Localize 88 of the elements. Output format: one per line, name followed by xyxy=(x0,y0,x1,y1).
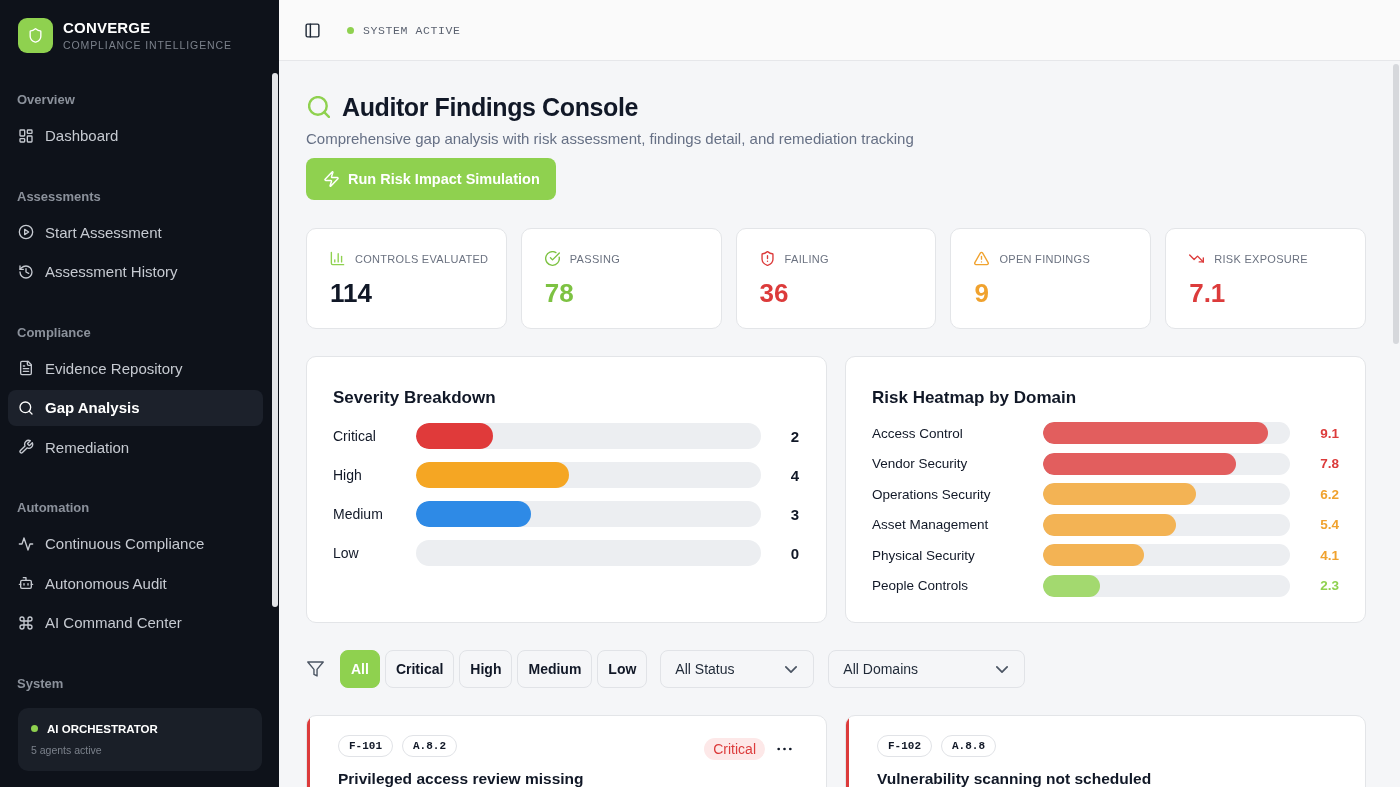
nav-section-title: Overview xyxy=(16,91,76,109)
pulse-icon xyxy=(18,535,34,552)
stat-label: PASSING xyxy=(569,252,620,265)
status-title: AI ORCHESTRATOR xyxy=(47,721,158,736)
nav-item[interactable]: Dashboard xyxy=(8,118,263,154)
shield-alert-icon xyxy=(759,251,775,266)
filter-icon xyxy=(307,661,324,677)
stat-label: RISK EXPOSURE xyxy=(1214,252,1308,265)
severity-label: Medium xyxy=(333,506,384,522)
bar-chart-icon xyxy=(330,251,345,266)
wrench-icon xyxy=(18,439,34,456)
domain-label: Access Control xyxy=(872,425,964,441)
domain-label: Operations Security xyxy=(872,486,992,502)
document-icon xyxy=(18,360,34,377)
brand-name: CONVERGE xyxy=(63,19,152,36)
search-icon xyxy=(308,96,330,118)
nav-item[interactable]: Assessment History xyxy=(8,254,263,290)
stat-value: 36 xyxy=(759,278,790,308)
severity-count: 0 xyxy=(789,544,800,562)
severity-filter-chip[interactable]: Medium xyxy=(517,650,593,688)
domain-label: People Controls xyxy=(872,578,970,594)
risk-score: 5.4 xyxy=(1319,517,1339,533)
nav-section-title: Automation xyxy=(16,499,91,517)
nav-item[interactable]: Remediation xyxy=(8,429,263,465)
sidebar-toggle-icon[interactable] xyxy=(304,21,321,39)
check-circle-icon xyxy=(544,251,560,266)
nav-item[interactable]: AI Command Center xyxy=(8,605,263,641)
stat-label: FAILING xyxy=(784,252,829,265)
finding-title: Privileged access review missing xyxy=(338,769,585,787)
stat-label: CONTROLS EVALUATED xyxy=(355,252,489,265)
status-detail: 5 agents active xyxy=(31,743,103,757)
search-icon xyxy=(18,399,34,416)
page-subtitle: Comprehensive gap analysis with risk assessment, findings detail, and remediation tracking xyxy=(306,129,915,149)
nav-item[interactable]: Start Assessment xyxy=(8,214,263,250)
nav-section-title: Assessments xyxy=(16,187,102,206)
finding-title: Vulnerability scanning not scheduled xyxy=(877,769,1153,787)
nav-item[interactable]: Gap Analysis xyxy=(8,390,263,426)
risk-score: 7.8 xyxy=(1319,456,1339,472)
stat-value: 7.1 xyxy=(1189,278,1227,308)
severity-label: Critical xyxy=(333,428,377,444)
grid-icon xyxy=(18,127,34,144)
risk-score: 9.1 xyxy=(1319,425,1339,441)
more-options-icon[interactable] xyxy=(777,747,792,751)
stat-value: 114 xyxy=(330,278,373,308)
severity-badge: Critical xyxy=(704,738,765,760)
stat-label: OPEN FINDINGS xyxy=(999,252,1091,265)
warning-icon xyxy=(974,251,990,266)
brand-tagline: COMPLIANCE INTELLIGENCE xyxy=(63,39,232,52)
panel-title: Risk Heatmap by Domain xyxy=(872,387,1078,409)
finding-card[interactable]: F-101 A.8.2 Critical Privileged access review missing xyxy=(306,715,827,787)
page-title: Auditor Findings Console xyxy=(342,92,638,123)
system-status: SYSTEM ACTIVE xyxy=(363,23,461,37)
severity-count: 4 xyxy=(789,466,800,484)
nav-section-title: Compliance xyxy=(16,323,92,342)
lightning-icon xyxy=(324,171,339,187)
domain-label: Vendor Security xyxy=(872,456,969,472)
shield-logo-icon xyxy=(18,18,53,53)
chevron-down-icon xyxy=(996,665,1009,673)
panel-title: Severity Breakdown xyxy=(333,387,497,409)
command-icon xyxy=(18,614,34,631)
scrollbar-thumb[interactable] xyxy=(272,73,278,607)
nav-item[interactable]: Evidence Repository xyxy=(8,350,263,386)
severity-filter-chip[interactable]: High xyxy=(459,650,513,688)
filter-dropdown[interactable]: All Domains xyxy=(828,650,1026,688)
severity-filter-chip[interactable]: Low xyxy=(597,650,648,688)
chevron-down-icon xyxy=(785,665,798,673)
filter-dropdown[interactable]: All Status xyxy=(660,650,815,688)
severity-label: High xyxy=(333,467,363,483)
nav-item[interactable]: Autonomous Audit xyxy=(8,565,263,601)
severity-count: 3 xyxy=(789,505,800,523)
domain-label: Physical Security xyxy=(872,547,976,563)
nav-section-title: System xyxy=(16,674,65,693)
severity-count: 2 xyxy=(789,427,800,445)
scrollbar-thumb[interactable] xyxy=(1393,64,1399,344)
stat-value: 9 xyxy=(974,278,990,308)
robot-icon xyxy=(18,575,34,592)
history-icon xyxy=(18,263,34,280)
severity-filter-chip[interactable]: Critical xyxy=(384,650,455,688)
play-circle-icon xyxy=(18,224,34,241)
finding-card[interactable]: F-102 A.8.8 Vulnerability scanning not scheduled xyxy=(845,715,1366,787)
risk-score: 4.1 xyxy=(1319,547,1339,563)
stat-value: 78 xyxy=(544,278,575,308)
risk-score: 6.2 xyxy=(1319,486,1339,502)
severity-label: Low xyxy=(333,545,360,561)
domain-label: Asset Management xyxy=(872,517,990,533)
nav-item[interactable]: Continuous Compliance xyxy=(8,526,263,562)
trending-down-icon xyxy=(1189,251,1205,266)
risk-score: 2.3 xyxy=(1319,578,1339,594)
